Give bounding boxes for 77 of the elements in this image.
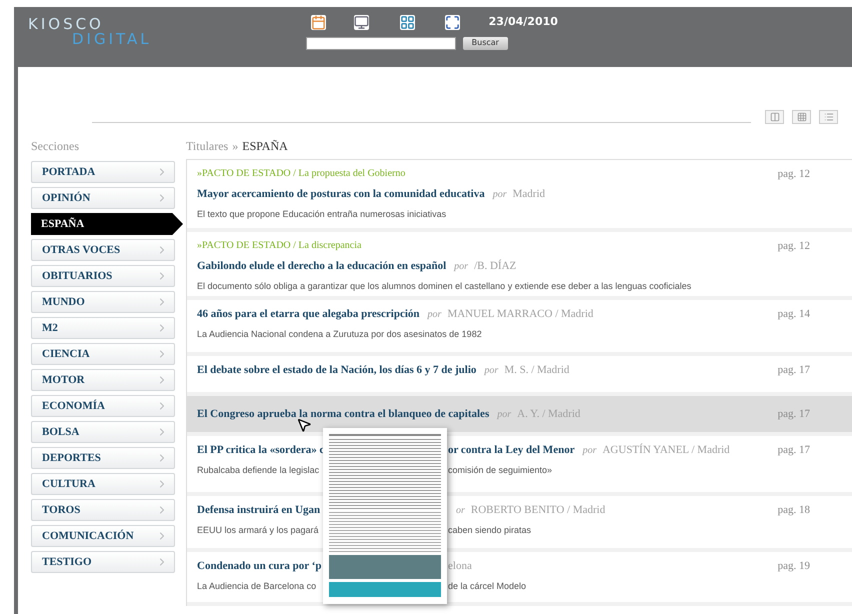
section-item[interactable]: CIENCIA (31, 343, 175, 365)
article-summary: Rubalcaba defiende la legislac (197, 464, 320, 477)
byline-por: por (428, 308, 442, 322)
section-item[interactable]: DEPORTES (31, 447, 175, 469)
logo-text: KIOSCO (28, 17, 104, 32)
section-item[interactable]: MUNDO (31, 291, 175, 313)
author-name: MANUEL MARRACO / Madrid (447, 307, 594, 322)
section-item[interactable]: OTRAS VOCES (31, 239, 175, 261)
section-item[interactable]: CULTURA (31, 473, 175, 495)
article-summary: comisión de seguimiento» (448, 464, 552, 477)
columns-icon (770, 112, 780, 122)
article-kicker: »PACTO DE ESTADO / La propuesta del Gobierno (197, 167, 406, 181)
author-name: /B. DÍAZ (474, 258, 516, 274)
page-number: pag. 17 (778, 363, 810, 378)
article-summary: de la cárcel Modelo (448, 580, 526, 592)
page-number: pag. 17 (778, 406, 810, 422)
section-item[interactable]: OPINIÓN (31, 187, 175, 209)
sections-heading: Secciones (31, 138, 80, 155)
monitor-icon[interactable] (354, 14, 369, 30)
section-item[interactable]: PORTADA (31, 161, 175, 183)
author-name: M. S. / Madrid (504, 363, 570, 378)
fullscreen-icon[interactable] (444, 14, 460, 30)
page-number: pag. 12 (778, 167, 810, 182)
byline-por: por (492, 188, 507, 202)
author-name: A. Y. / Madrid (517, 406, 580, 422)
article-title[interactable]: or contra la Ley del Menor (448, 442, 575, 458)
section-item[interactable]: ECONOMÍA (31, 395, 175, 417)
byline-por: por (497, 408, 512, 422)
article-title[interactable]: 46 años para el etarra que alegaba prescripción (197, 306, 420, 322)
byline-por: por (454, 260, 468, 274)
grid-icon (796, 112, 806, 122)
article-title[interactable]: Condenado un cura por ‘p (197, 558, 324, 574)
section-item[interactable]: ESPAÑA (31, 213, 183, 235)
article-title[interactable]: El Congreso aprueba la norma contra el blanqueo de capitales (197, 406, 490, 422)
section-item[interactable]: MOTOR (31, 369, 175, 391)
section-item[interactable]: BOLSA (31, 421, 175, 443)
byline-por: por (582, 444, 596, 458)
article-summary: El documento sólo obliga a garantizar que los alumnos dominen el castellano y extiende ese deber a las lenguas cooficiales (197, 280, 692, 293)
article-title[interactable]: Gabilondo elude el derecho a la educación en español (197, 258, 446, 274)
article-summary: El texto que propone Educación entraña numerosas iniciativas (197, 208, 448, 221)
page-number: pag. 14 (778, 307, 810, 322)
article-summary: La Audiencia Nacional condena a Zurutuza por dos asesinatos de 1982 (197, 328, 483, 341)
article-title[interactable]: Defensa instruirá en Ugan (197, 502, 324, 518)
list-view-button[interactable] (819, 110, 838, 124)
article-title[interactable]: El debate sobre el estado de la Nación, los días 6 y 7 de julio (197, 362, 476, 378)
article-title[interactable]: Mayor acercamiento de posturas con la comunidad educativa (197, 186, 485, 202)
calendar-icon[interactable] (310, 14, 326, 30)
search-button[interactable]: Buscar (462, 36, 508, 50)
logo-text: DIGITAL (72, 32, 152, 47)
page-number: pag. 18 (778, 503, 810, 518)
byline-por: por (484, 364, 498, 378)
section-item[interactable]: OBITUARIOS (31, 265, 175, 287)
date-text: 23/04/2010 (488, 14, 558, 30)
breadcrumb-separator: » (232, 138, 238, 155)
grid-view-button[interactable] (792, 110, 811, 124)
page-number: pag. 17 (778, 443, 810, 458)
single-view-button[interactable] (765, 110, 784, 124)
section-item[interactable]: M2 (31, 317, 175, 339)
author-name: ROBERTO BENITO / Madrid (470, 503, 606, 518)
author-name: AGUSTÍN YANEL / Madrid (602, 442, 730, 458)
page-number: pag. 12 (778, 239, 810, 254)
article-summary: caben siendo piratas (448, 524, 532, 537)
section-item[interactable]: COMUNICACIÓN (31, 525, 175, 547)
section-item[interactable]: TOROS (31, 499, 175, 521)
byline-por: or (456, 504, 465, 518)
page-number: pag. 19 (778, 559, 810, 574)
search-field[interactable] (306, 36, 456, 50)
mouse-cursor-icon (296, 417, 312, 433)
breadcrumb-current: ESPAÑA (242, 138, 288, 155)
article-summary: EEUU los armará y los pagará (197, 524, 320, 537)
author-name: elona (448, 559, 472, 574)
article-kicker: »PACTO DE ESTADO / La discrepancia (197, 239, 362, 253)
section-item[interactable]: TESTIGO (31, 551, 175, 573)
article-summary: La Audiencia de Barcelona co (197, 580, 318, 592)
grid-icon[interactable] (400, 14, 415, 30)
article-row[interactable]: El Congreso aprueba la norma contra el blanqueo de capitales por A. Y. / Madrid pag. 17 (187, 396, 852, 436)
author-name: Madrid (512, 187, 546, 202)
